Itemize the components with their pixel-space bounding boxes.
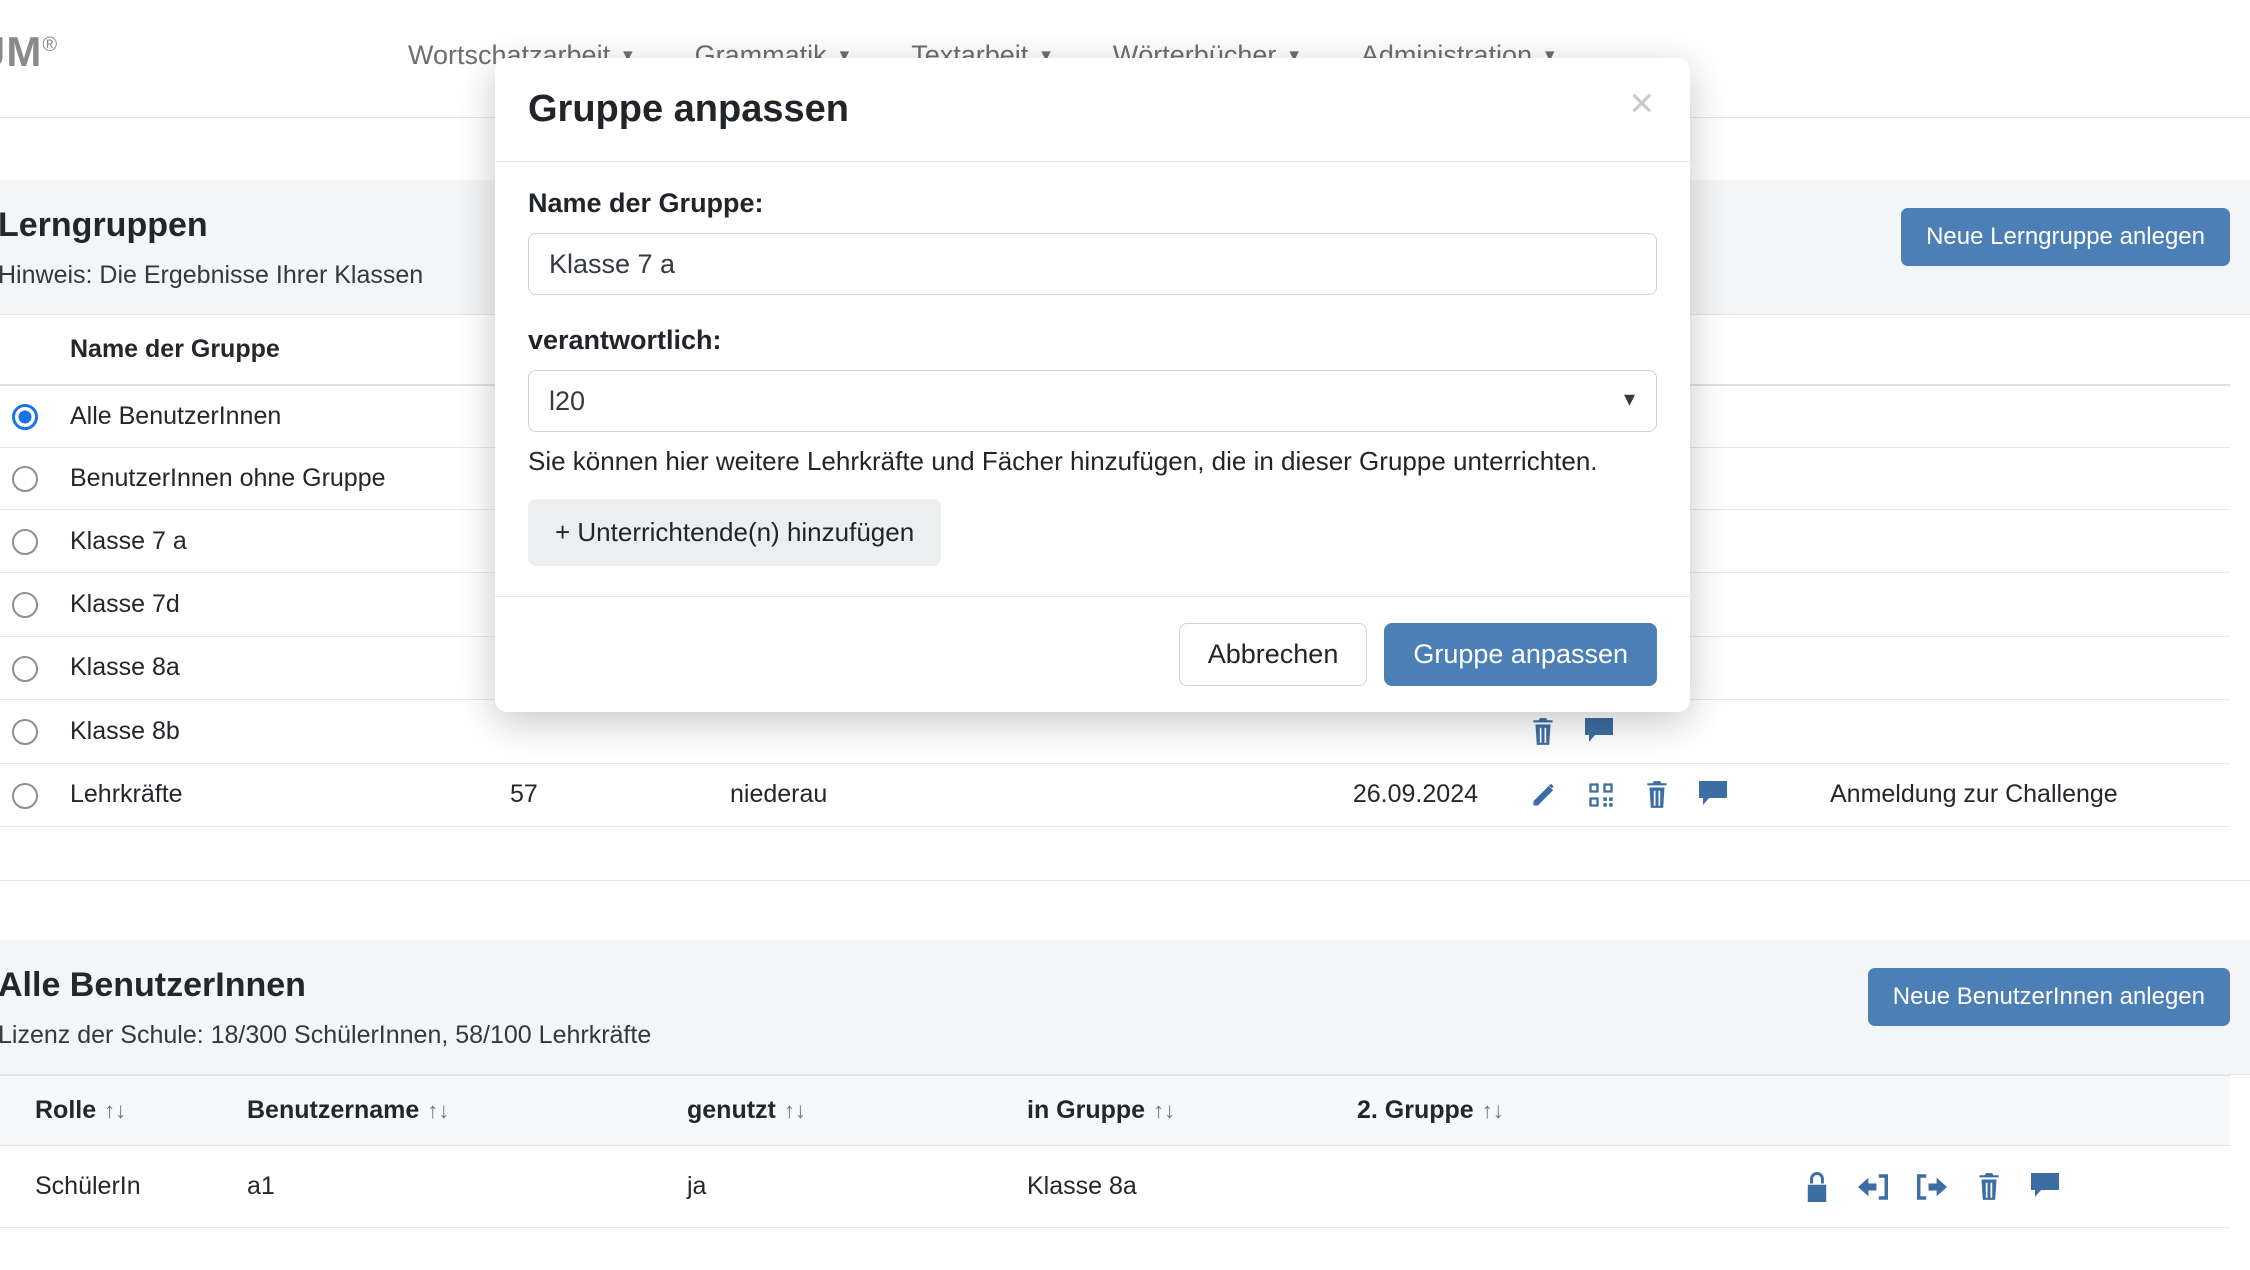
modal-footer: Abbrechen Gruppe anpassen (495, 596, 1690, 712)
gruppe-anpassen-modal: Gruppe anpassen × Name der Gruppe: veran… (495, 58, 1690, 712)
page-root: JM® Wortschatzarbeit ▾ Grammatik ▾ Texta… (0, 0, 2250, 1270)
responsible-select-wrap: l20 ▾ (528, 370, 1657, 432)
add-teacher-button[interactable]: + Unterrichtende(n) hinzufügen (528, 499, 941, 566)
cancel-button[interactable]: Abbrechen (1179, 623, 1368, 686)
modal-body: Name der Gruppe: verantwortlich: l20 ▾ S… (495, 162, 1690, 596)
responsible-select[interactable]: l20 (528, 370, 1657, 432)
modal-title: Gruppe anpassen (528, 88, 849, 131)
close-icon[interactable]: × (1629, 88, 1654, 117)
field-spacer (528, 295, 1657, 325)
group-name-label: Name der Gruppe: (528, 188, 1657, 219)
group-name-input[interactable] (528, 233, 1657, 295)
modal-header: Gruppe anpassen × (495, 58, 1690, 162)
confirm-gruppe-anpassen-button[interactable]: Gruppe anpassen (1384, 623, 1657, 686)
responsible-label: verantwortlich: (528, 325, 1657, 356)
modal-help-text: Sie können hier weitere Lehrkräfte und F… (528, 446, 1657, 477)
